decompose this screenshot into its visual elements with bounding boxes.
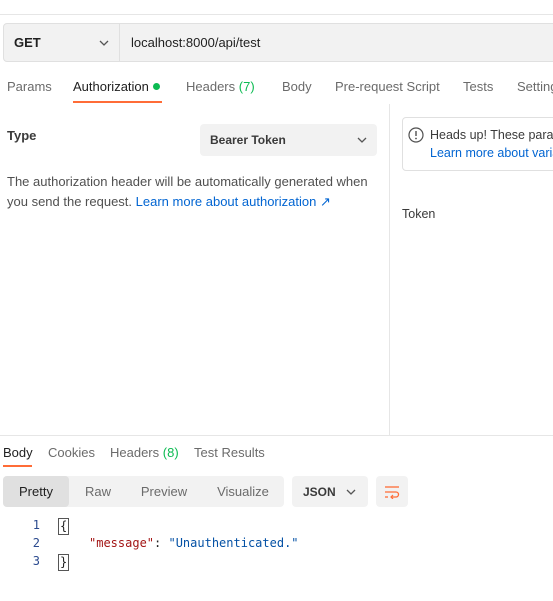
view-mode-bar: Pretty Raw Preview Visualize <box>3 476 284 507</box>
tab-response-body[interactable]: Body <box>3 445 33 460</box>
view-preview-button[interactable]: Preview <box>129 476 199 507</box>
json-value: "Unauthenticated." <box>168 536 299 550</box>
tab-response-headers[interactable]: Headers (8) <box>110 445 179 460</box>
tab-response-headers-label: Headers <box>110 445 160 460</box>
format-value: JSON <box>303 484 336 499</box>
tab-body[interactable]: Body <box>282 79 312 94</box>
postman-request-view: GET localhost:8000/api/test Params Autho… <box>0 0 553 601</box>
view-raw-button[interactable]: Raw <box>72 476 124 507</box>
chevron-down-icon <box>357 137 367 143</box>
json-colon: : <box>154 536 169 550</box>
learn-more-authorization-link[interactable]: Learn more about authorization ↗ <box>136 194 331 209</box>
url-input[interactable]: localhost:8000/api/test <box>120 24 260 61</box>
tab-pre-request-script[interactable]: Pre-request Script <box>335 79 440 94</box>
tab-response-cookies[interactable]: Cookies <box>48 445 95 460</box>
tab-settings[interactable]: Settings <box>517 79 553 94</box>
top-divider <box>0 14 553 15</box>
auth-type-value: Bearer Token <box>210 133 286 147</box>
view-visualize-button[interactable]: Visualize <box>207 476 279 507</box>
tab-headers-label: Headers <box>186 79 236 94</box>
notice-title: Heads up! These parameters hold sensitiv… <box>430 128 553 142</box>
auth-type-select[interactable]: Bearer Token <box>200 124 377 156</box>
wrap-lines-button[interactable] <box>376 476 408 507</box>
tab-tests[interactable]: Tests <box>463 79 493 94</box>
request-tabs: Params Authorization Headers (7) Body Pr… <box>0 74 553 104</box>
tab-authorization-label: Authorization <box>73 79 149 94</box>
tab-test-results[interactable]: Test Results <box>194 445 265 460</box>
response-tabs: Body Cookies Headers (8) Test Results <box>0 443 553 469</box>
line-number: 1 <box>32 518 40 532</box>
token-label: Token <box>402 207 436 221</box>
line-number: 2 <box>32 536 40 550</box>
tab-headers-count: (7) <box>238 79 255 94</box>
method-select[interactable]: GET <box>4 24 120 61</box>
sensitive-data-notice: Heads up! These parameters hold sensitiv… <box>402 117 553 171</box>
open-brace: { <box>58 518 70 535</box>
chevron-down-icon <box>99 40 109 46</box>
code-line: 2 "message": "Unauthenticated." <box>0 536 553 554</box>
tab-response-headers-count: (8) <box>162 445 179 460</box>
line-number: 3 <box>32 554 40 568</box>
active-dot-icon <box>152 83 160 90</box>
notice-link[interactable]: Learn more about variables <box>430 144 553 162</box>
response-divider <box>0 435 553 436</box>
auth-description: The authorization header will be automat… <box>7 172 377 212</box>
chevron-down-icon <box>346 489 356 495</box>
tab-params[interactable]: Params <box>7 79 52 94</box>
close-brace: } <box>58 554 70 571</box>
code-line: 3 } <box>0 554 553 572</box>
method-label: GET <box>14 35 41 50</box>
active-tab-underline <box>73 101 162 103</box>
auth-type-label: Type <box>7 128 37 143</box>
panel-divider <box>389 104 390 435</box>
info-icon <box>408 127 424 143</box>
wrap-lines-icon <box>385 485 400 499</box>
format-select[interactable]: JSON <box>292 476 368 507</box>
view-pretty-button[interactable]: Pretty <box>3 476 69 507</box>
url-bar: GET localhost:8000/api/test <box>3 23 553 62</box>
tab-headers[interactable]: Headers (7) <box>186 79 255 94</box>
tab-authorization[interactable]: Authorization <box>73 79 160 94</box>
code-line: 1 { <box>0 518 553 536</box>
json-key: "message" <box>89 536 155 550</box>
active-response-tab-underline <box>3 465 32 467</box>
